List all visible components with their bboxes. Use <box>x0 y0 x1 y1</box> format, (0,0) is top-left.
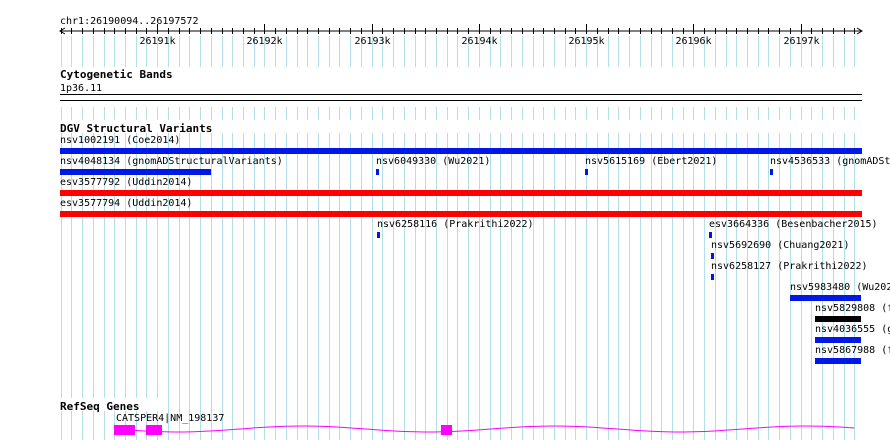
variant-bar[interactable] <box>709 232 712 238</box>
variant-feature[interactable]: nsv5867988 (f <box>815 345 890 364</box>
variant-bar[interactable] <box>60 190 862 196</box>
variant-feature[interactable]: esv3577794 (Uddin2014) <box>60 198 862 217</box>
variant-label: nsv6049330 (Wu2021) <box>376 156 490 167</box>
variant-bar[interactable] <box>377 232 380 238</box>
variant-label: nsv6258116 (Prakrithi2022) <box>377 219 534 230</box>
gene-label[interactable]: CATSPER4|NM_198137 <box>116 413 224 424</box>
variant-bar[interactable] <box>585 169 588 175</box>
variant-feature[interactable]: nsv6258116 (Prakrithi2022) <box>377 219 534 238</box>
genome-browser-view: chr1:26190094..26197572 26191k 26192k 2619… <box>0 16 890 440</box>
ruler-tick-label: 26196k <box>675 36 711 47</box>
variant-feature[interactable]: esv3577792 (Uddin2014) <box>60 177 862 196</box>
variant-label: nsv5829808 (f <box>815 303 890 314</box>
variant-bar[interactable] <box>815 337 861 343</box>
variant-label: nsv5692690 (Chuang2021) <box>711 240 849 251</box>
ruler-tick-label: 26195k <box>568 36 604 47</box>
variant-feature[interactable]: nsv5692690 (Chuang2021) <box>711 240 849 259</box>
variant-bar[interactable] <box>60 169 211 175</box>
ruler-range-label: chr1:26190094..26197572 <box>60 16 198 27</box>
variant-bar[interactable] <box>376 169 379 175</box>
ruler-tick-label: 26197k <box>783 36 819 47</box>
variant-label: nsv6258127 (Prakrithi2022) <box>711 261 868 272</box>
variant-bar[interactable] <box>60 211 862 217</box>
variant-label: esv3664336 (Besenbacher2015) <box>709 219 878 230</box>
variant-bar[interactable] <box>711 274 714 280</box>
ruler[interactable]: 26191k 26192k 26193k 26194k 26195k 26196k 2619… <box>59 24 863 47</box>
variant-feature[interactable]: nsv5983480 (Wu202 <box>790 282 890 301</box>
gene-exon[interactable] <box>146 425 162 435</box>
variant-label: esv3577792 (Uddin2014) <box>60 177 192 188</box>
ruler-major-ticks: 26191k 26192k 26193k 26194k 26195k 26196k 2619… <box>139 24 820 47</box>
variant-bar[interactable] <box>770 169 773 175</box>
ruler-tick-label: 26193k <box>354 36 390 47</box>
variant-bar[interactable] <box>815 316 861 322</box>
variant-label: esv3577794 (Uddin2014) <box>60 198 192 209</box>
variant-bar[interactable] <box>815 358 861 364</box>
ruler-tick-label: 26192k <box>246 36 282 47</box>
variant-label: nsv4036555 (g <box>815 324 890 335</box>
variant-feature[interactable]: nsv4036555 (g <box>815 324 890 343</box>
gene-exon[interactable] <box>441 425 452 435</box>
ruler-tick-label: 26194k <box>461 36 497 47</box>
dgv-variants: nsv1002191 (Coe2014) nsv4048134 (gnomADSt… <box>60 135 890 364</box>
variant-label: nsv5983480 (Wu202 <box>790 282 890 293</box>
variant-feature[interactable]: nsv4048134 (gnomADStructuralVariants) <box>60 156 283 175</box>
variant-bar[interactable] <box>711 253 714 259</box>
variant-feature[interactable]: esv3664336 (Besenbacher2015) <box>709 219 878 238</box>
variant-label: nsv1002191 (Coe2014) <box>60 135 180 146</box>
gene-exon[interactable] <box>114 425 135 435</box>
variant-bar[interactable] <box>790 295 861 301</box>
variant-feature[interactable]: nsv5829808 (f <box>815 303 890 322</box>
gene-model-catsper4[interactable] <box>114 425 855 435</box>
variant-feature[interactable]: nsv4536533 (gnomADSt <box>770 156 890 175</box>
cytoband-track-title: Cytogenetic Bands <box>60 68 173 81</box>
variant-label: nsv4536533 (gnomADSt <box>770 156 890 167</box>
ruler-tick-label: 26191k <box>139 36 175 47</box>
refseq-track-title: RefSeq Genes <box>60 400 139 413</box>
variant-label: nsv4048134 (gnomADStructuralVariants) <box>60 156 283 167</box>
dgv-track-title: DGV Structural Variants <box>60 122 212 135</box>
gene-intron-line <box>114 425 855 433</box>
variant-bar[interactable] <box>60 148 862 154</box>
variant-label: nsv5867988 (f <box>815 345 890 356</box>
variant-feature[interactable]: nsv1002191 (Coe2014) <box>60 135 862 154</box>
variant-label: nsv5615169 (Ebert2021) <box>585 156 717 167</box>
cytoband-label: 1p36.11 <box>60 83 102 94</box>
